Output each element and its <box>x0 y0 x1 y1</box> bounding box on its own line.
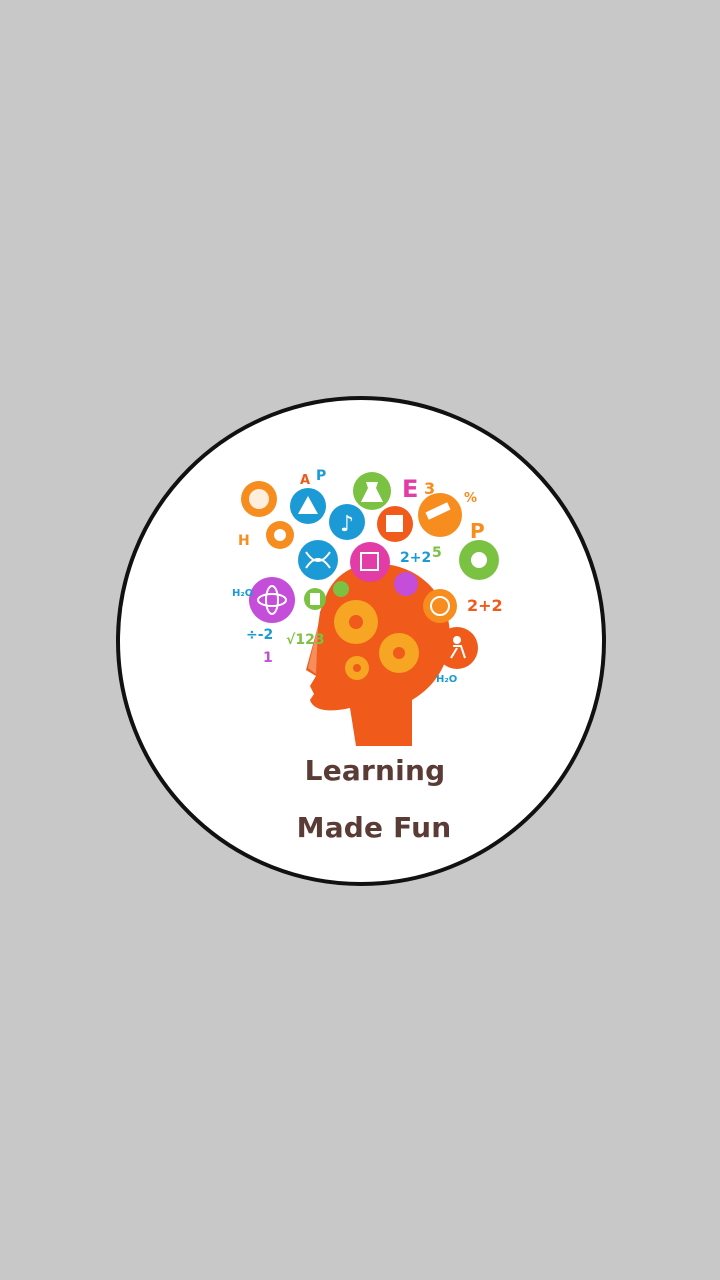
svg-text:P: P <box>470 519 485 543</box>
logo-title-line1: Learning <box>304 754 446 787</box>
runner-icon <box>436 627 478 669</box>
dna-icon <box>298 540 338 580</box>
telescope-icon <box>418 493 462 537</box>
calculator-icon <box>304 588 326 610</box>
music-note-icon: ♪ <box>329 504 365 540</box>
svg-text:♪: ♪ <box>340 512 354 537</box>
globe-icon <box>423 589 457 623</box>
splash-screen: ♪ E 3 A P P % 2+2 2+2 H ÷-2 √123 H₂O H₂O… <box>0 0 720 1280</box>
svg-text:3: 3 <box>424 479 435 498</box>
svg-text:2+2: 2+2 <box>400 550 431 566</box>
head-silhouette-icon <box>306 563 450 746</box>
svg-text:E: E <box>402 475 418 503</box>
cube-icon <box>350 542 390 582</box>
svg-text:H₂O: H₂O <box>436 674 457 685</box>
learning-logo-illustration: ♪ E 3 A P P % 2+2 2+2 H ÷-2 √123 H₂O H₂O… <box>232 468 503 746</box>
logo-title-line2: Made Fun <box>296 811 452 844</box>
svg-text:A: A <box>300 473 310 488</box>
svg-text:5: 5 <box>432 545 442 561</box>
svg-text:÷-2: ÷-2 <box>246 627 273 643</box>
book-icon <box>377 506 413 542</box>
svg-text:1: 1 <box>263 650 273 666</box>
svg-text:H: H <box>238 533 250 549</box>
atom-icon <box>249 577 295 623</box>
microscope-icon <box>459 540 499 580</box>
svg-text:%: % <box>464 491 477 506</box>
svg-text:H₂O: H₂O <box>232 588 253 599</box>
svg-text:√123: √123 <box>286 632 325 648</box>
ruler-icon <box>290 488 326 524</box>
palette-icon <box>241 481 277 517</box>
flask-icon <box>353 472 391 510</box>
microscope-icon <box>266 521 294 549</box>
svg-text:P: P <box>316 468 326 484</box>
app-logo: ♪ E 3 A P P % 2+2 2+2 H ÷-2 √123 H₂O H₂O… <box>116 396 606 886</box>
svg-text:2+2: 2+2 <box>467 596 503 615</box>
